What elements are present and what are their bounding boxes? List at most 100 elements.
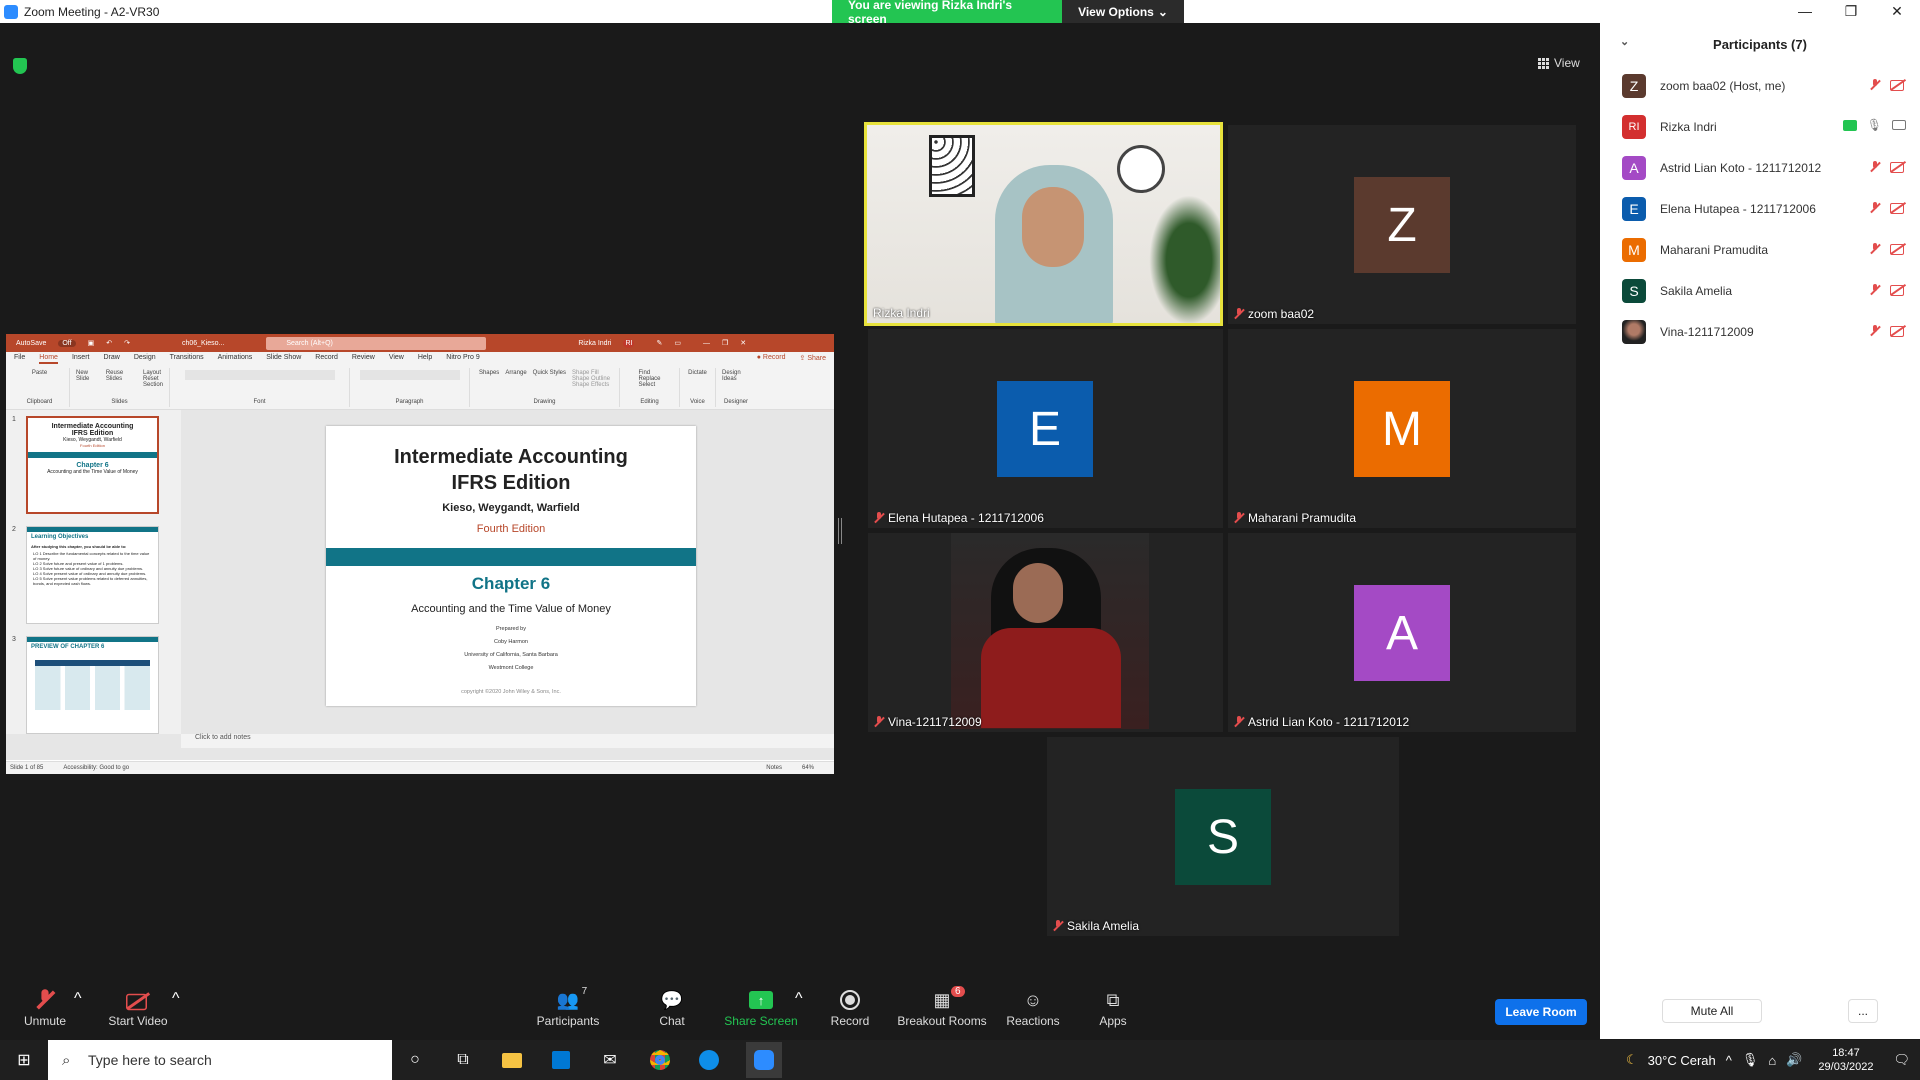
- video-tile-maharani[interactable]: M Maharani Pramudita: [1228, 329, 1576, 528]
- tile-name: Maharani Pramudita: [1248, 511, 1357, 525]
- video-tile-vina[interactable]: Vina-1211712009: [868, 533, 1223, 732]
- video-tile-zoom-baa02[interactable]: Z zoom baa02: [1228, 125, 1576, 324]
- participant-row[interactable]: M Maharani Pramudita: [1600, 229, 1920, 270]
- weather-icon[interactable]: ☾: [1626, 1052, 1638, 1068]
- ppt-titlebar: AutoSave Off ▣ ↶ ↷ ch06_Kieso... Search …: [6, 334, 834, 352]
- breakout-rooms-icon: ▦ 6: [933, 986, 965, 1014]
- task-view-icon[interactable]: ⧉: [451, 1048, 475, 1072]
- thumb-title: Learning Objectives: [31, 534, 89, 540]
- mic-muted-icon: [1870, 79, 1880, 91]
- clock[interactable]: 18:47 29/03/2022: [1818, 1046, 1873, 1074]
- participant-row[interactable]: S Sakila Amelia: [1600, 270, 1920, 311]
- windows-start-icon[interactable]: ⊞: [12, 1048, 36, 1072]
- file-explorer-icon[interactable]: [500, 1048, 524, 1072]
- system-tray: ☾ 30°C Cerah ^ 🎙 ⌂ 🔊 18:47 29/03/2022 🗨: [1626, 1040, 1920, 1080]
- unmute-button[interactable]: Unmute: [5, 986, 85, 1028]
- participant-name-label: Rizka Indri: [873, 306, 930, 320]
- thumb-intro: After studying this chapter, you should …: [31, 544, 127, 549]
- leave-room-button[interactable]: Leave Room: [1495, 999, 1587, 1025]
- share-screen-button[interactable]: ↑ Share Screen: [721, 986, 801, 1028]
- breakout-rooms-button[interactable]: ▦ 6 Breakout Rooms: [892, 986, 992, 1028]
- tab-insert: Insert: [71, 354, 90, 361]
- video-tile-astrid[interactable]: A Astrid Lian Koto - 1211712012: [1228, 533, 1576, 732]
- apps-button[interactable]: ⧉ Apps: [1073, 986, 1153, 1029]
- slide-band: [326, 548, 696, 566]
- chrome-icon[interactable]: [648, 1048, 672, 1072]
- avatar: M: [1622, 237, 1646, 262]
- ppt-workarea: 1 Intermediate Accounting IFRS Edition K…: [6, 410, 834, 760]
- tile-name: zoom baa02: [1248, 307, 1315, 321]
- mic-on-icon: 🎙: [1866, 118, 1882, 132]
- participant-row[interactable]: RI Rizka Indri 🎙: [1600, 106, 1920, 147]
- participant-row[interactable]: E Elena Hutapea - 1211712006: [1600, 188, 1920, 229]
- dictate-label: Dictate: [688, 370, 707, 376]
- mic-muted-icon: [1870, 284, 1880, 296]
- windows-taskbar: ⊞ ⌕ Type here to search ○ ⧉ ✉ ☾ 30°C Cer…: [0, 1040, 1920, 1080]
- tile-name: Elena Hutapea - 1211712006: [888, 511, 1044, 525]
- video-tile-elena[interactable]: E Elena Hutapea - 1211712006: [868, 329, 1223, 528]
- zoom-level: 64%: [801, 765, 814, 771]
- view-options-button[interactable]: View Options ⌄: [1062, 0, 1184, 23]
- close-icon[interactable]: ✕: [1874, 0, 1920, 23]
- participant-row[interactable]: Z zoom baa02 (Host, me): [1600, 65, 1920, 106]
- participant-name: Elena Hutapea - 1211712006: [1660, 201, 1816, 216]
- splitter-handle[interactable]: [838, 518, 842, 544]
- view-button[interactable]: View: [1538, 56, 1580, 70]
- thumb-number: 3: [12, 636, 16, 643]
- chevron-up-icon[interactable]: ^: [1726, 1053, 1732, 1068]
- cortana-icon[interactable]: ○: [403, 1048, 427, 1072]
- thumb-lo-5: LO 5 Solve present value problems relate…: [33, 576, 148, 586]
- network-icon[interactable]: ⌂: [1768, 1053, 1776, 1068]
- slide-thumbnail-1: Intermediate Accounting IFRS Edition Kie…: [26, 416, 159, 514]
- mail-icon[interactable]: ✉: [598, 1048, 622, 1072]
- slide-college: Westmont College: [488, 665, 534, 671]
- paste-label: Paste: [31, 370, 48, 376]
- pen-icon: ✎: [656, 340, 663, 347]
- encryption-shield-icon[interactable]: [13, 58, 27, 74]
- video-tile-rizka[interactable]: Rizka Indri: [864, 122, 1223, 326]
- avatar: Z: [1622, 73, 1646, 98]
- start-video-button[interactable]: Start Video: [98, 986, 178, 1028]
- mute-all-button[interactable]: Mute All: [1662, 999, 1762, 1023]
- weather-text[interactable]: 30°C Cerah: [1648, 1053, 1716, 1068]
- tile-name: Vina-1211712009: [888, 715, 982, 729]
- chat-button[interactable]: 💬 Chat: [632, 986, 712, 1029]
- video-options-caret-icon[interactable]: ^: [172, 990, 180, 1008]
- audio-options-caret-icon[interactable]: ^: [74, 990, 82, 1008]
- reactions-button[interactable]: ☺ Reactions: [993, 986, 1073, 1029]
- zoom-taskbar-icon[interactable]: [746, 1042, 782, 1078]
- new-slide-label: New Slide: [76, 370, 90, 382]
- participants-title: Participants (7): [1713, 36, 1807, 52]
- minimize-icon[interactable]: —: [1782, 0, 1828, 23]
- participants-count: 7: [581, 986, 588, 997]
- avatar: RI: [1622, 114, 1646, 139]
- ppt-ribbon-tabs: File Home Insert Draw Design Transitions…: [6, 352, 834, 366]
- more-options-button[interactable]: ...: [1848, 999, 1878, 1023]
- record-button[interactable]: Record: [810, 986, 890, 1028]
- participant-row[interactable]: A Astrid Lian Koto - 1211712012: [1600, 147, 1920, 188]
- video-off-icon: [126, 986, 147, 1014]
- thumb-number: 1: [12, 416, 16, 423]
- volume-icon[interactable]: 🔊: [1786, 1052, 1802, 1068]
- window-title: Zoom Meeting - A2-VR30: [24, 4, 160, 19]
- video-off-icon: [1890, 161, 1906, 173]
- restore-icon[interactable]: ❐: [1828, 0, 1874, 23]
- share-options-caret-icon[interactable]: ^: [795, 990, 803, 1008]
- store-icon[interactable]: [549, 1048, 573, 1072]
- shared-screen-powerpoint[interactable]: AutoSave Off ▣ ↶ ↷ ch06_Kieso... Search …: [6, 334, 834, 774]
- ppt-statusbar: Slide 1 of 85 Accessibility: Good to go …: [6, 761, 834, 774]
- ppt-minimize-icon: —: [702, 339, 710, 347]
- notifications-icon[interactable]: 🗨: [1893, 1052, 1910, 1068]
- video-tile-sakila[interactable]: S Sakila Amelia: [1047, 737, 1399, 936]
- teamviewer-icon[interactable]: [697, 1048, 721, 1072]
- view-label: View: [1554, 56, 1580, 70]
- taskbar-search[interactable]: ⌕ Type here to search: [48, 1040, 392, 1080]
- autosave-toggle[interactable]: Off: [58, 339, 76, 347]
- participants-button[interactable]: 👥 7 Participants: [528, 986, 608, 1028]
- participant-name-label: Elena Hutapea - 1211712006: [874, 511, 1044, 525]
- group-editing: Editing: [640, 399, 659, 405]
- avatar: E: [1622, 196, 1646, 221]
- mic-tray-icon[interactable]: 🎙: [1742, 1052, 1759, 1068]
- participant-row[interactable]: Vina-1211712009: [1600, 311, 1920, 352]
- chevron-down-icon[interactable]: ⌄: [1620, 35, 1629, 48]
